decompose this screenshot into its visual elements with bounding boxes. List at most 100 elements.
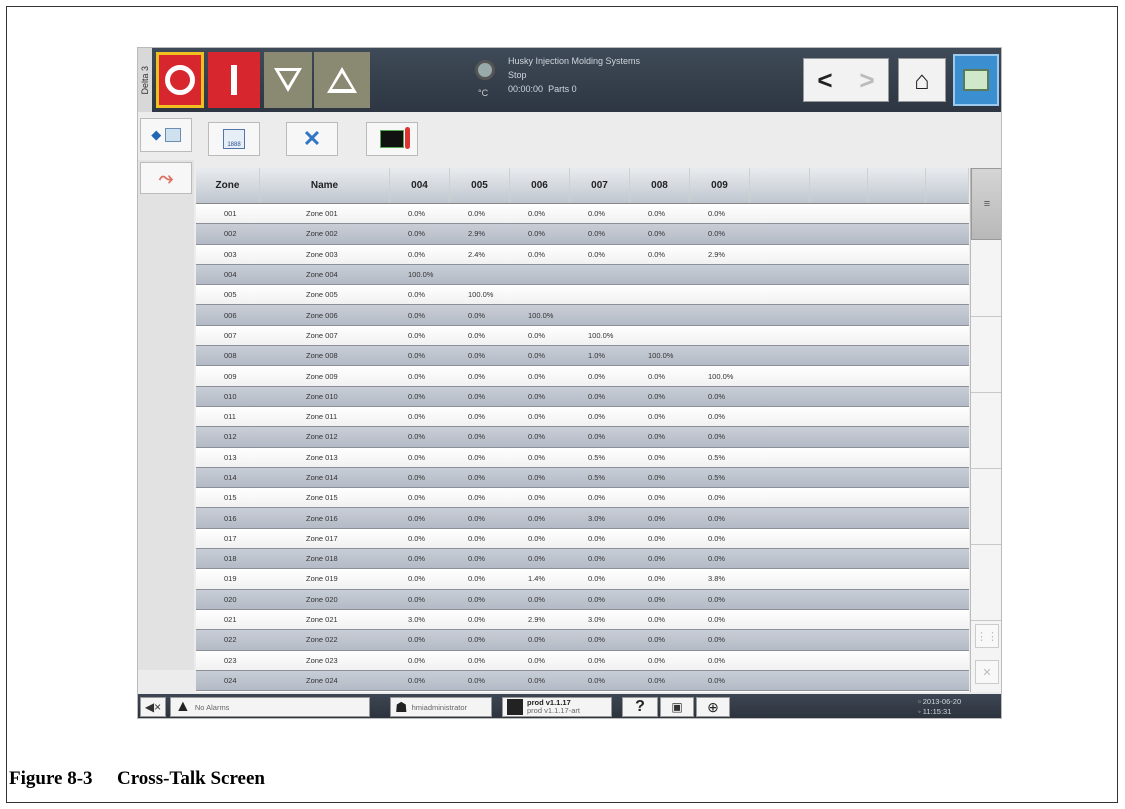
value-cell: 0.0%: [528, 513, 546, 523]
col-header[interactable]: Zone: [196, 168, 260, 203]
table-row[interactable]: 023 Zone 023 0.0% 0.0% 0.0% 0.0% 0.0% 0.0%: [196, 650, 969, 671]
value-cell: 0.0%: [648, 229, 666, 239]
value-cell: 0.0%: [648, 533, 666, 543]
screen-selector-button[interactable]: [953, 54, 999, 106]
col-header[interactable]: Name: [260, 168, 390, 203]
table-row[interactable]: 024 Zone 024 0.0% 0.0% 0.0% 0.0% 0.0% 0.0%: [196, 670, 969, 692]
mute-button[interactable]: ◀×: [140, 697, 166, 717]
table-row[interactable]: 012 Zone 012 0.0% 0.0% 0.0% 0.0% 0.0% 0.0%: [196, 427, 969, 448]
table-row[interactable]: 011 Zone 011 0.0% 0.0% 0.0% 0.0% 0.0% 0.0%: [196, 406, 969, 428]
table-row[interactable]: 005 Zone 005 0.0% 100.0%: [196, 285, 969, 306]
value-cell: [750, 468, 810, 487]
col-header[interactable]: [868, 168, 926, 203]
side-tab[interactable]: Delta 3: [138, 48, 152, 112]
table-row[interactable]: 017 Zone 017 0.0% 0.0% 0.0% 0.0% 0.0% 0.0%: [196, 528, 969, 550]
mode-down-button[interactable]: [264, 52, 312, 108]
name-cell: Zone 020: [306, 594, 338, 604]
value-cell: [750, 366, 810, 385]
stop-button[interactable]: [156, 52, 204, 108]
value-cell: [868, 651, 926, 670]
col-header[interactable]: 005: [450, 168, 510, 203]
table-row[interactable]: 021 Zone 021 3.0% 0.0% 2.9% 3.0% 0.0% 0.0%: [196, 609, 969, 631]
col-header[interactable]: 009: [690, 168, 750, 203]
counter-tool-button[interactable]: 1888: [208, 122, 260, 156]
value-cell: 0.0%: [528, 452, 546, 462]
value-cell: [868, 204, 926, 223]
table-row[interactable]: 002 Zone 002 0.0% 2.9% 0.0% 0.0% 0.0% 0.0%: [196, 224, 969, 245]
table-row[interactable]: 018 Zone 018 0.0% 0.0% 0.0% 0.0% 0.0% 0.0%: [196, 549, 969, 570]
version-button[interactable]: prod v1.1.17 prod v1.1.17-art: [502, 697, 612, 717]
col-header[interactable]: 004: [390, 168, 450, 203]
grid-icon[interactable]: ⋮⋮: [975, 624, 999, 648]
col-header[interactable]: [750, 168, 810, 203]
mode-up-button[interactable]: [314, 52, 370, 108]
value-cell: [868, 265, 926, 284]
table-row[interactable]: 008 Zone 008 0.0% 0.0% 0.0% 1.0% 100.0%: [196, 346, 969, 367]
value-cell: 0.5%: [708, 452, 726, 462]
close-icon[interactable]: ✕: [975, 660, 999, 684]
user-button[interactable]: ☗ hmiadministrator: [390, 697, 492, 717]
value-cell: 0.0%: [408, 533, 426, 543]
value-cell: 3.0%: [588, 513, 606, 523]
value-cell: 0.0%: [588, 249, 606, 259]
table-row[interactable]: 006 Zone 006 0.0% 0.0% 100.0%: [196, 305, 969, 326]
value-cell: 0.0%: [528, 473, 546, 482]
table-row[interactable]: 001 Zone 001 0.0% 0.0% 0.0% 0.0% 0.0% 0.0%: [196, 204, 969, 225]
value-cell: 100.0%: [408, 270, 434, 280]
col-header[interactable]: [810, 168, 868, 203]
screenshot-button[interactable]: ▣: [660, 697, 694, 717]
value-cell: [750, 529, 810, 548]
value-cell: 0.0%: [708, 493, 726, 503]
table-row[interactable]: 022 Zone 022 0.0% 0.0% 0.0% 0.0% 0.0% 0.0%: [196, 630, 969, 651]
value-cell: 0.0%: [648, 615, 666, 625]
value-cell: [868, 326, 926, 345]
value-cell: [750, 671, 810, 690]
nav-forward-button[interactable]: >: [846, 59, 888, 101]
crosstalk-tool-button[interactable]: ✕: [286, 122, 338, 156]
nav-back-button[interactable]: <: [804, 59, 846, 101]
table-row[interactable]: 009 Zone 009 0.0% 0.0% 0.0% 0.0% 0.0% 100.0%: [196, 366, 969, 387]
diagnostics-tool-button[interactable]: [366, 122, 418, 156]
table-row[interactable]: 010 Zone 010 0.0% 0.0% 0.0% 0.0% 0.0% 0.0%: [196, 386, 969, 407]
value-cell: 0.0%: [408, 209, 426, 219]
alarm-button[interactable]: ▲ No Alarms: [170, 697, 370, 717]
value-cell: [750, 448, 810, 467]
table-row[interactable]: 013 Zone 013 0.0% 0.0% 0.0% 0.5% 0.0% 0.5%: [196, 447, 969, 468]
home-button[interactable]: ⌂: [898, 58, 946, 102]
value-cell: 0.0%: [648, 493, 666, 503]
value-cell: [926, 285, 969, 304]
value-cell: 0.0%: [588, 655, 606, 665]
zone-cell: 021: [224, 615, 237, 625]
col-header[interactable]: 008: [630, 168, 690, 203]
col-header[interactable]: 006: [510, 168, 570, 203]
table-row[interactable]: 016 Zone 016 0.0% 0.0% 0.0% 3.0% 0.0% 0.0%: [196, 508, 969, 529]
value-cell: 0.0%: [408, 290, 426, 300]
col-header[interactable]: [926, 168, 969, 203]
table-row[interactable]: 004 Zone 004 100.0%: [196, 264, 969, 286]
name-cell: Zone 013: [306, 452, 338, 462]
table-row[interactable]: 015 Zone 015 0.0% 0.0% 0.0% 0.0% 0.0% 0.0%: [196, 488, 969, 509]
help-button[interactable]: ?: [622, 697, 658, 717]
col-header[interactable]: 007: [570, 168, 630, 203]
value-cell: 0.0%: [708, 513, 726, 523]
zone-cell: 012: [224, 432, 237, 442]
language-button[interactable]: ⊕: [696, 697, 730, 717]
table-row[interactable]: 003 Zone 003 0.0% 2.4% 0.0% 0.0% 0.0% 2.9%: [196, 244, 969, 265]
crosstalk-rail-button[interactable]: ⤳: [140, 162, 192, 194]
table-row[interactable]: 014 Zone 014 0.0% 0.0% 0.0% 0.5% 0.0% 0.5%: [196, 467, 969, 489]
name-cell: Zone 017: [306, 533, 338, 543]
value-cell: [810, 326, 868, 345]
value-cell: 0.0%: [528, 412, 546, 422]
table-row[interactable]: 019 Zone 019 0.0% 0.0% 1.4% 0.0% 0.0% 3.8%: [196, 569, 969, 590]
scrollbar[interactable]: ≡ ⋮⋮ ✕: [970, 168, 1001, 692]
start-button[interactable]: [208, 52, 260, 108]
value-cell: [868, 508, 926, 527]
zone-cell: 001: [224, 209, 237, 219]
value-cell: 0.0%: [468, 493, 486, 503]
table-row[interactable]: 020 Zone 020 0.0% 0.0% 0.0% 0.0% 0.0% 0.0%: [196, 589, 969, 610]
value-cell: 0.0%: [528, 209, 546, 219]
table-row[interactable]: 007 Zone 007 0.0% 0.0% 0.0% 100.0%: [196, 325, 969, 347]
back-to-screen-button[interactable]: ◆: [140, 118, 192, 152]
value-cell: [810, 630, 868, 649]
scroll-thumb[interactable]: ≡: [971, 168, 1001, 240]
